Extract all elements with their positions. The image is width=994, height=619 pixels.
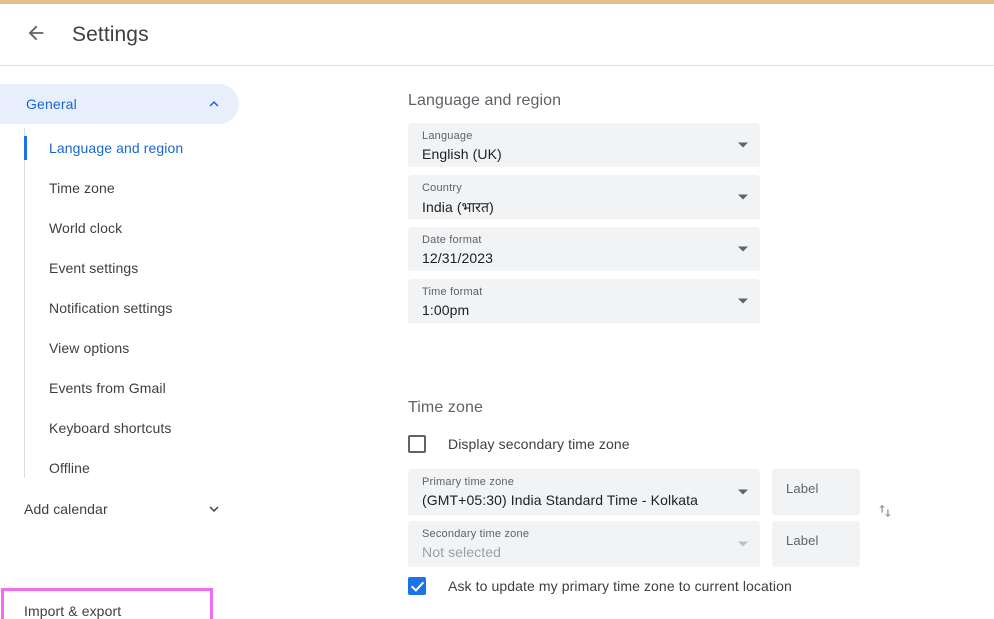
- display-secondary-timezone-label: Display secondary time zone: [448, 436, 630, 452]
- secondary-timezone-label: Secondary time zone: [422, 528, 530, 540]
- sidebar-item-label: View options: [49, 340, 130, 356]
- chevron-down-icon: [738, 489, 748, 494]
- language-select-value: English (UK): [422, 146, 502, 162]
- sidebar-item-time-zone[interactable]: Time zone: [0, 168, 260, 208]
- primary-timezone-label-input[interactable]: Label: [772, 469, 860, 515]
- primary-timezone-label: Primary time zone: [422, 476, 515, 488]
- ask-update-timezone-checkbox-row[interactable]: Ask to update my primary time zone to cu…: [408, 577, 792, 595]
- sidebar-group-general-label: General: [26, 96, 77, 112]
- language-section-title: Language and region: [408, 92, 562, 109]
- country-select-value: India (भारत): [422, 199, 494, 215]
- secondary-timezone-label-placeholder: Label: [786, 533, 819, 548]
- app-header: Settings: [0, 4, 994, 66]
- sidebar-item-import-export[interactable]: Import & export: [0, 590, 210, 619]
- swap-timezones-button[interactable]: [870, 497, 900, 527]
- sidebar-item-event-settings[interactable]: Event settings: [0, 248, 260, 288]
- sidebar-subnav: Language and region Time zone World cloc…: [0, 128, 300, 488]
- sidebar-item-keyboard-shortcuts[interactable]: Keyboard shortcuts: [0, 408, 260, 448]
- sidebar-item-label: Offline: [49, 460, 90, 476]
- sidebar-item-label: Time zone: [49, 180, 115, 196]
- sidebar-item-label: Keyboard shortcuts: [49, 420, 172, 436]
- arrow-left-icon: [25, 22, 47, 47]
- sidebar-item-view-options[interactable]: View options: [0, 328, 260, 368]
- language-select-label: Language: [422, 130, 473, 142]
- language-select[interactable]: Language English (UK): [408, 123, 760, 167]
- primary-timezone-value: (GMT+05:30) India Standard Time - Kolkat…: [422, 492, 699, 508]
- time-format-select-label: Time format: [422, 286, 483, 298]
- timezone-section-title: Time zone: [408, 399, 484, 416]
- sidebar-item-add-calendar[interactable]: Add calendar: [0, 488, 239, 530]
- sidebar-item-label: Event settings: [49, 260, 139, 276]
- chevron-down-icon: [738, 541, 748, 546]
- date-format-select[interactable]: Date format 12/31/2023: [408, 227, 760, 271]
- sidebar-item-notification-settings[interactable]: Notification settings: [0, 288, 260, 328]
- primary-timezone-select[interactable]: Primary time zone (GMT+05:30) India Stan…: [408, 469, 760, 515]
- ask-update-timezone-label: Ask to update my primary time zone to cu…: [448, 578, 792, 594]
- chevron-down-icon[interactable]: [205, 500, 223, 518]
- ask-update-timezone-checkbox[interactable]: [408, 577, 426, 595]
- secondary-timezone-label-input[interactable]: Label: [772, 521, 860, 567]
- time-format-select-value: 1:00pm: [422, 302, 470, 318]
- sidebar-item-offline[interactable]: Offline: [0, 448, 260, 488]
- sidebar-group-general[interactable]: General: [0, 84, 239, 124]
- swap-vertical-icon: [875, 501, 895, 524]
- chevron-down-icon: [738, 298, 748, 303]
- primary-timezone-label-placeholder: Label: [786, 481, 819, 496]
- sidebar-item-events-from-gmail[interactable]: Events from Gmail: [0, 368, 260, 408]
- sidebar-item-language-and-region[interactable]: Language and region: [0, 128, 260, 168]
- chevron-down-icon: [738, 194, 748, 199]
- chevron-down-icon: [738, 246, 748, 251]
- secondary-timezone-select[interactable]: Secondary time zone Not selected: [408, 521, 760, 567]
- sidebar-item-label: World clock: [49, 220, 123, 236]
- country-select-label: Country: [422, 182, 462, 194]
- display-secondary-timezone-checkbox-row[interactable]: Display secondary time zone: [408, 435, 630, 453]
- date-format-select-label: Date format: [422, 234, 482, 246]
- active-indicator: [24, 136, 27, 160]
- secondary-timezone-value: Not selected: [422, 544, 502, 560]
- time-format-select[interactable]: Time format 1:00pm: [408, 279, 760, 323]
- page-title: Settings: [72, 22, 149, 46]
- sidebar-item-world-clock[interactable]: World clock: [0, 208, 260, 248]
- date-format-select-value: 12/31/2023: [422, 250, 494, 266]
- chevron-up-icon[interactable]: [205, 95, 223, 113]
- settings-sidebar: General Language and region Time zone Wo…: [0, 67, 300, 619]
- sidebar-item-label: Add calendar: [24, 501, 108, 517]
- sidebar-item-label: Language and region: [49, 140, 184, 156]
- chevron-down-icon: [738, 142, 748, 147]
- sidebar-item-label: Import & export: [24, 603, 122, 619]
- settings-content: Language and region Language English (UK…: [300, 67, 994, 619]
- country-select[interactable]: Country India (भारत): [408, 175, 760, 219]
- back-button[interactable]: [16, 15, 56, 55]
- settings-page: Settings General Language and region Tim…: [0, 0, 994, 619]
- display-secondary-timezone-checkbox[interactable]: [408, 435, 426, 453]
- sidebar-item-label: Events from Gmail: [49, 380, 166, 396]
- sidebar-item-label: Notification settings: [49, 300, 173, 316]
